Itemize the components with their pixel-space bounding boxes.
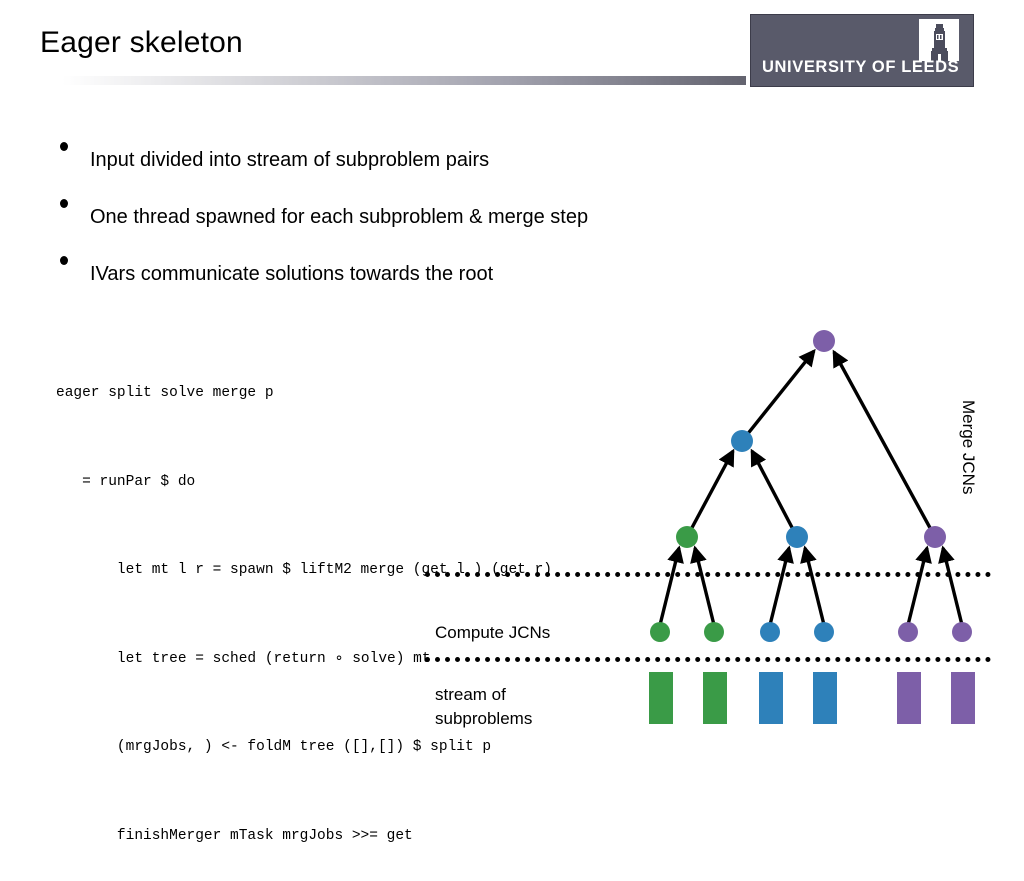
code-line: = runPar $ do — [56, 473, 196, 490]
bullet-dot-icon — [60, 142, 68, 151]
tree-node-low-2 — [786, 526, 808, 548]
list-item: Input divided into stream of subproblem … — [52, 134, 882, 191]
edge-low1-to-mid — [685, 448, 735, 538]
edge-leaf5-to-low3 — [906, 545, 932, 626]
code-line: finishMerger mTask mrgJobs >>= get — [56, 827, 413, 844]
university-of-leeds-logo: UNIVERSITY OF LEEDS — [750, 14, 974, 87]
list-item: One thread spawned for each subproblem &… — [52, 191, 882, 248]
bullet-dot-icon — [60, 256, 68, 265]
tree-node-low-3 — [924, 526, 946, 548]
compute-node — [704, 622, 724, 642]
bullet-dot-icon — [60, 199, 68, 208]
subproblem-bar — [703, 672, 727, 724]
bullet-list: Input divided into stream of subproblem … — [52, 134, 882, 305]
list-item: IVars communicate solutions towards the … — [52, 248, 882, 305]
compute-jcns-label: Compute JCNs — [435, 623, 551, 642]
subproblem-bar — [649, 672, 673, 724]
tree-node-root — [813, 330, 835, 352]
divider-compute-stream — [425, 657, 991, 662]
code-line: eager split solve merge p — [56, 385, 274, 401]
edge-leaf2-to-low1 — [690, 545, 716, 626]
compute-node — [760, 622, 780, 642]
compute-node — [814, 622, 834, 642]
divider-merge-compute — [425, 572, 991, 577]
edge-mid-to-root — [740, 348, 816, 443]
code-line: let mt l r = spawn $ liftM2 merge (get l… — [56, 562, 552, 578]
edge-right-to-root — [832, 349, 937, 538]
leeds-tower-crest-icon — [919, 19, 959, 61]
tree-node-low-1 — [676, 526, 698, 548]
edge-leaf1-to-low1 — [658, 545, 684, 626]
code-line: (mrgJobs, ) <- foldM tree ([],[]) $ spli… — [56, 739, 492, 755]
subproblem-bar — [759, 672, 783, 724]
list-item-label: IVars communicate solutions towards the … — [90, 263, 494, 285]
stream-label-line-2: subproblems — [435, 709, 533, 728]
edge-leaf6-to-low3 — [938, 545, 964, 626]
subproblem-bar — [897, 672, 921, 724]
compute-node — [898, 622, 918, 642]
edge-low2-to-mid — [750, 448, 799, 538]
code-snippet: eager split solve merge p = runPar $ do … — [56, 320, 552, 881]
tree-edges — [658, 348, 964, 626]
list-item-label: One thread spawned for each subproblem &… — [90, 206, 589, 228]
compute-node — [650, 622, 670, 642]
page-title: Eager skeleton — [40, 26, 243, 59]
stream-of-subproblems-label: stream of subproblems — [435, 683, 532, 731]
subproblem-bar — [813, 672, 837, 724]
edge-leaf3-to-low2 — [768, 545, 794, 626]
logo-wordmark-text: UNIVERSITY OF LEEDS — [762, 58, 960, 76]
tree-node-mid-left — [731, 430, 753, 452]
edge-leaf4-to-low2 — [800, 545, 826, 626]
subproblem-bar — [951, 672, 975, 724]
compute-node — [952, 622, 972, 642]
stream-label-line-1: stream of — [435, 685, 506, 704]
list-item-label: Input divided into stream of subproblem … — [90, 149, 490, 171]
merge-jcns-label: Merge JCNs — [959, 400, 978, 495]
title-underline-gradient — [62, 76, 746, 85]
